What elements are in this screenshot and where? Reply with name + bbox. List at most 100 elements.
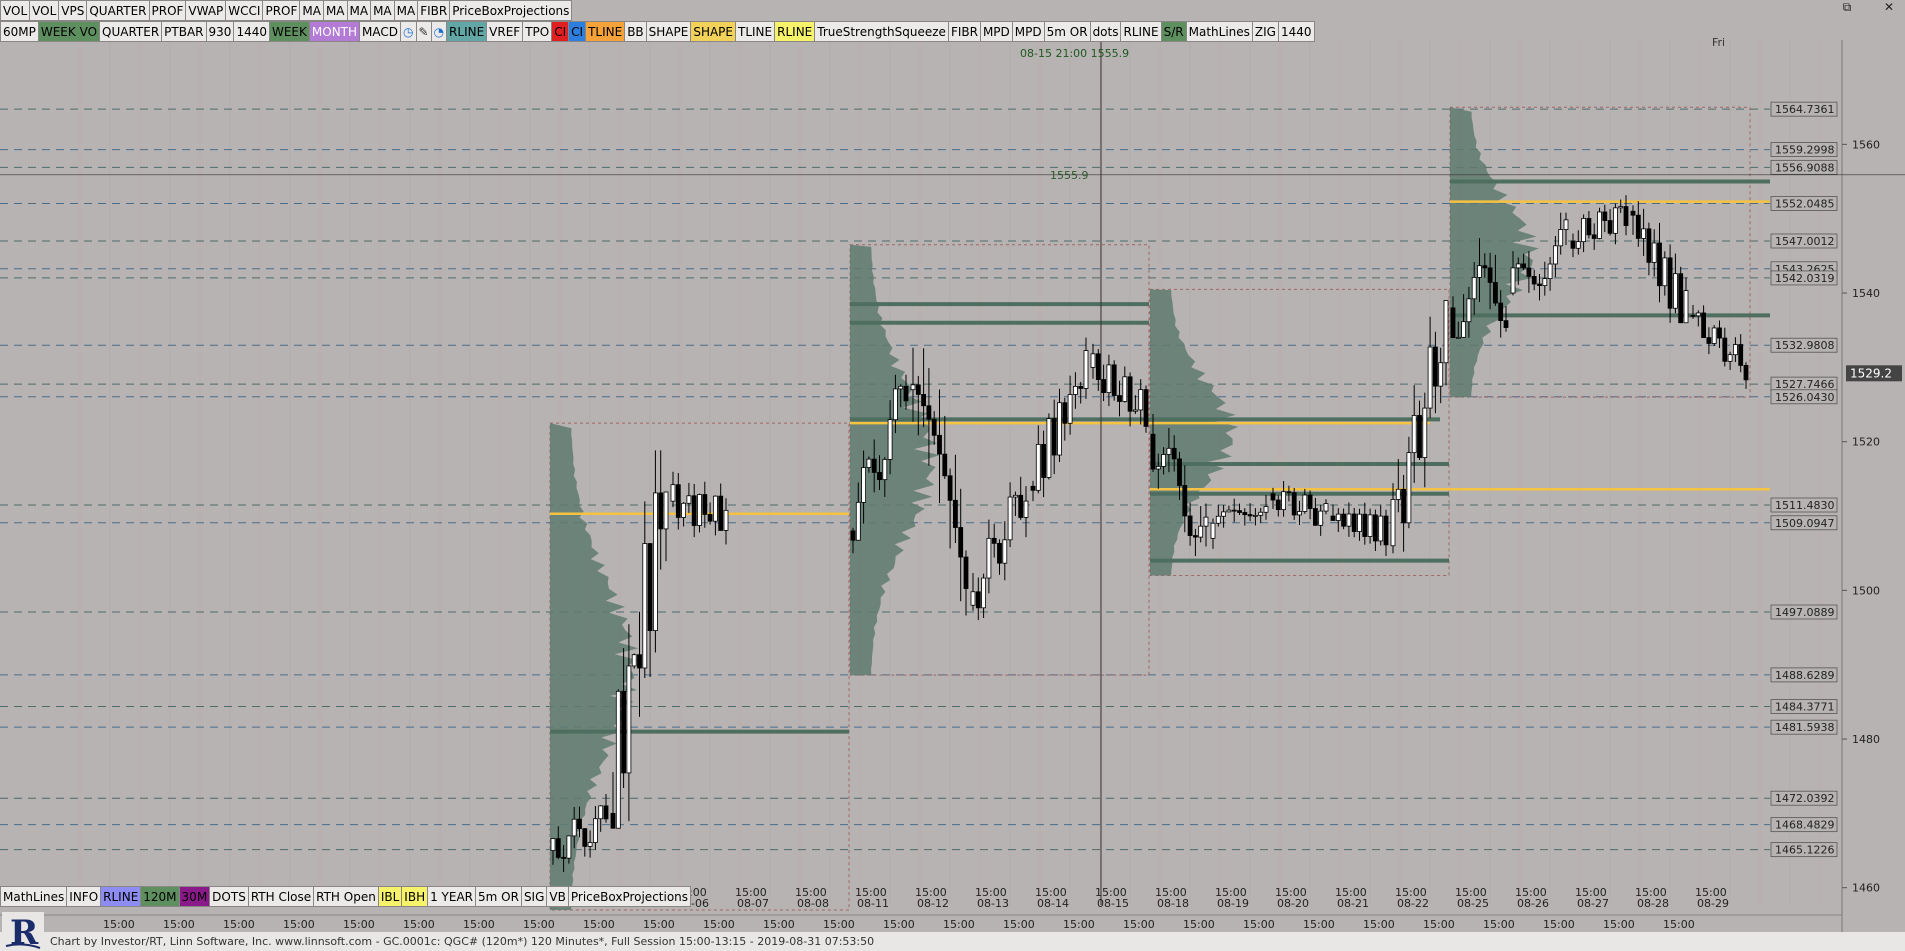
price-tick-label: 1540 <box>1852 287 1880 300</box>
indicator-button-ptbar-3[interactable]: PTBAR <box>162 21 207 42</box>
candle-body <box>1477 265 1482 278</box>
indicator-button-priceboxprojections-14[interactable]: PriceBoxProjections <box>568 886 692 907</box>
candle-body <box>1270 493 1276 501</box>
indicator-button-vb-13[interactable]: VB <box>547 886 569 907</box>
candle-body <box>571 818 577 837</box>
indicator-button-month-7[interactable]: MONTH <box>309 21 361 42</box>
indicator-button-60mp-0[interactable]: 60MP <box>0 21 39 42</box>
indicator-button-rline-29[interactable]: RLINE <box>1121 21 1162 42</box>
indicator-button-shape-20[interactable]: SHAPE <box>691 21 736 42</box>
indicator-button-ci-15[interactable]: CI <box>552 21 570 42</box>
indicator-button-1440-33[interactable]: 1440 <box>1278 21 1315 42</box>
indicator-button-5m-or-27[interactable]: 5m OR <box>1044 21 1091 42</box>
indicator-button-mathlines-31[interactable]: MathLines <box>1186 21 1253 42</box>
indicator-button-rline-2[interactable]: RLINE <box>101 886 142 907</box>
candle-body <box>686 495 692 504</box>
candle-body <box>1422 407 1428 458</box>
indicator-button-1-year-10[interactable]: 1 YEAR <box>428 886 477 907</box>
indicator-button-quarter-3[interactable]: QUARTER <box>87 0 150 21</box>
indicator-button-mpd-26[interactable]: MPD <box>1012 21 1045 42</box>
footer-text: Chart by Investor/RT, Linn Software, Inc… <box>50 935 875 948</box>
candle-body <box>991 537 997 544</box>
indicator-button-s-r-30[interactable]: S/R <box>1161 21 1187 42</box>
level-label: 1488.6289 <box>1775 669 1835 682</box>
indicator-button-mathlines-0[interactable]: MathLines <box>0 886 68 907</box>
candle-body <box>1570 240 1576 249</box>
indicator-button-zig-32[interactable]: ZIG <box>1252 21 1279 42</box>
indicator-button-info-1[interactable]: INFO <box>67 886 102 907</box>
indicator-button---11[interactable]: ◔ <box>431 21 448 42</box>
indicator-button-vwap-5[interactable]: VWAP <box>186 0 227 21</box>
indicator-button-30m-4[interactable]: 30M <box>179 886 211 907</box>
indicator-button-prof-4[interactable]: PROF <box>149 0 187 21</box>
time-axis-label: 15:00 <box>343 918 375 931</box>
indicator-button-dots-28[interactable]: dots <box>1090 21 1122 42</box>
candle-body <box>1630 210 1636 216</box>
indicator-button-tline-17[interactable]: TLINE <box>586 21 626 42</box>
candle-body <box>681 502 686 518</box>
candle-body <box>970 591 976 606</box>
indicator-button-priceboxprojections-14[interactable]: PriceBoxProjections <box>450 0 573 21</box>
indicator-button-vps-2[interactable]: VPS <box>59 0 88 21</box>
indicator-button-120m-3[interactable]: 120M <box>141 886 180 907</box>
session-date-label: 08-20 <box>1277 897 1309 910</box>
candle-body <box>1073 385 1078 395</box>
indicator-button-930-4[interactable]: 930 <box>206 21 235 42</box>
indicator-button-vol-1[interactable]: VOL <box>30 0 60 21</box>
indicator-button-rline-12[interactable]: RLINE <box>447 21 488 42</box>
candle-body <box>1023 500 1029 518</box>
candle-body <box>658 492 664 530</box>
indicator-button-ma-9[interactable]: MA <box>323 0 348 21</box>
candle-body <box>1542 278 1548 286</box>
candle-body <box>1623 206 1629 226</box>
indicator-button-dots-5[interactable]: DOTS <box>210 886 249 907</box>
candle-body <box>587 842 593 847</box>
investor-rt-logo-icon: R <box>2 912 44 951</box>
indicator-button-1440-5[interactable]: 1440 <box>234 21 270 42</box>
session-date-label: 08-07 <box>737 897 769 910</box>
candle-body <box>1095 353 1101 380</box>
indicator-button-truestrengthsqueeze-23[interactable]: TrueStrengthSqueeze <box>815 21 949 42</box>
indicator-button-ibl-8[interactable]: IBL <box>378 886 403 907</box>
indicator-button-macd-8[interactable]: MACD <box>360 21 402 42</box>
indicator-button-tline-21[interactable]: TLINE <box>736 21 776 42</box>
price-chart[interactable]: 1564.7361 1559.2998 1556.9088 1552.0485 1547… <box>0 0 1905 932</box>
indicator-button-ma-11[interactable]: MA <box>371 0 395 21</box>
indicator-button---10[interactable]: ✎ <box>416 21 432 42</box>
candle-body <box>926 405 932 420</box>
indicator-button-tpo-14[interactable]: TPO <box>523 21 553 42</box>
indicator-button-ma-12[interactable]: MA <box>394 0 419 21</box>
indicator-button-vol-0[interactable]: VOL <box>0 0 31 21</box>
indicator-button-rth-open-7[interactable]: RTH Open <box>314 886 379 907</box>
indicator-button-mpd-25[interactable]: MPD <box>980 21 1013 42</box>
indicator-button-vref-13[interactable]: VREF <box>487 21 524 42</box>
indicator-button-ci-16[interactable]: CI <box>569 21 587 42</box>
indicator-button---9[interactable]: ◷ <box>401 21 417 42</box>
indicator-button-week-6[interactable]: WEEK <box>269 21 310 42</box>
candle-body <box>1155 466 1161 470</box>
session-date-label: 08-28 <box>1637 897 1669 910</box>
session-date-label: 08-27 <box>1577 897 1609 910</box>
indicator-button-rth-close-6[interactable]: RTH Close <box>248 886 315 907</box>
session-date-label: 08-18 <box>1157 897 1189 910</box>
indicator-button-ma-10[interactable]: MA <box>347 0 372 21</box>
indicator-button-5m-or-11[interactable]: 5m OR <box>476 886 522 907</box>
candle-body <box>1466 298 1472 323</box>
indicator-button-bb-18[interactable]: BB <box>625 21 647 42</box>
candle-body <box>1166 447 1172 455</box>
candle-body <box>1111 364 1117 396</box>
indicator-button-quarter-2[interactable]: QUARTER <box>100 21 163 42</box>
indicator-button-rline-22[interactable]: RLINE <box>775 21 816 42</box>
time-axis-label: 15:00 <box>1183 918 1215 931</box>
candle-body <box>1537 283 1542 286</box>
indicator-button-prof-7[interactable]: PROF <box>263 0 301 21</box>
indicator-button-ma-8[interactable]: MA <box>300 0 324 21</box>
indicator-button-shape-19[interactable]: SHAPE <box>646 21 692 42</box>
indicator-button-fibr-13[interactable]: FIBR <box>418 0 451 21</box>
indicator-button-sig-12[interactable]: SIG <box>521 886 548 907</box>
indicator-button-wcci-6[interactable]: WCCI <box>226 0 264 21</box>
indicator-button-fibr-24[interactable]: FIBR <box>948 21 981 42</box>
price-tick-label: 1460 <box>1852 882 1880 895</box>
indicator-button-week-vo-1[interactable]: WEEK VO <box>38 21 101 42</box>
indicator-button-ibh-9[interactable]: IBH <box>402 886 429 907</box>
